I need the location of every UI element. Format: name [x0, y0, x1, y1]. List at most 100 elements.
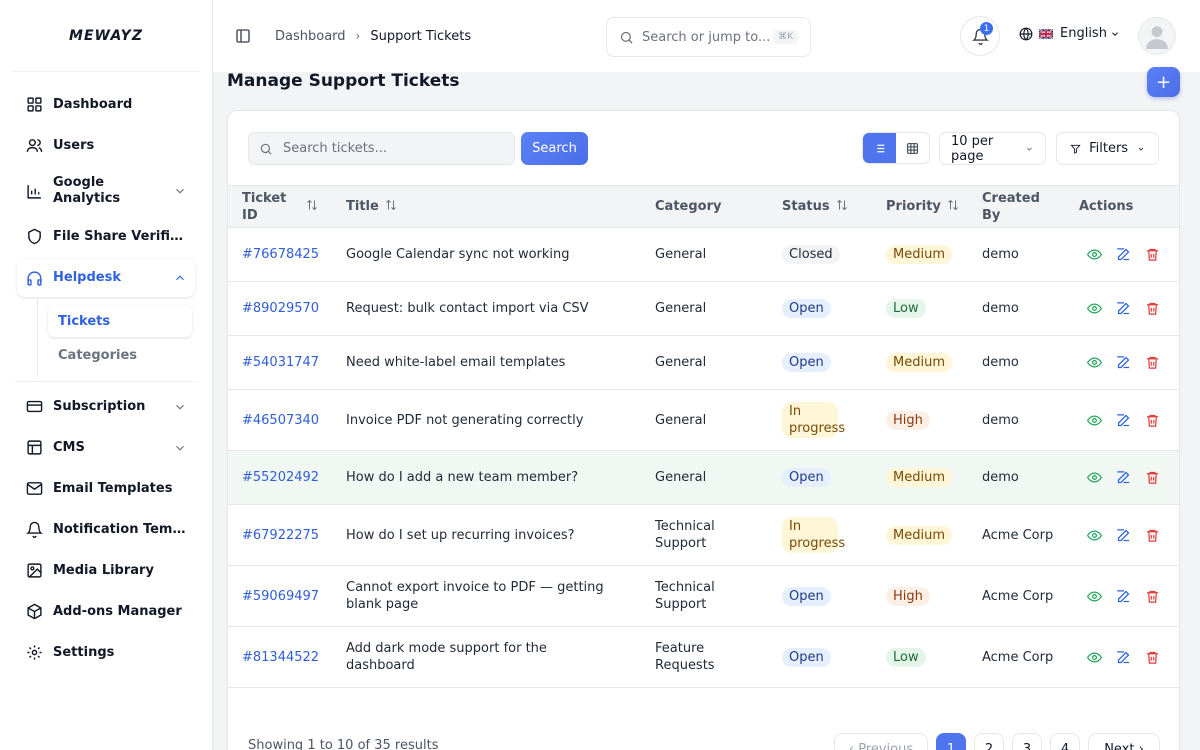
edit-icon[interactable] — [1116, 589, 1131, 604]
ticket-priority-cell: Medium — [872, 505, 968, 566]
ticket-category: General — [655, 301, 707, 316]
col-header-priority[interactable]: Priority — [872, 186, 968, 228]
table-row[interactable]: #54031747 Need white-label email template… — [228, 336, 1179, 390]
sort-icon[interactable] — [836, 199, 848, 211]
delete-icon[interactable] — [1145, 470, 1160, 485]
col-header-status[interactable]: Status — [768, 186, 872, 228]
edit-icon[interactable] — [1116, 355, 1131, 370]
sidebar-item-users[interactable]: Users — [0, 125, 212, 166]
edit-icon[interactable] — [1116, 413, 1131, 428]
brand-logo[interactable]: MEWAYZ — [12, 0, 200, 72]
breadcrumb-dashboard[interactable]: Dashboard — [275, 29, 346, 44]
priority-badge: High — [886, 586, 930, 606]
col-label: Ticket ID — [242, 190, 287, 223]
pagination-page-4[interactable]: 4 — [1050, 733, 1080, 750]
ticket-id-link[interactable]: #67922275 — [228, 505, 332, 566]
table-row[interactable]: #59069497 Cannot export invoice to PDF — … — [228, 566, 1179, 627]
table-row[interactable]: #55202492 How do I add a new team member?… — [228, 450, 1179, 505]
view-icon[interactable] — [1087, 589, 1102, 604]
pagination-previous[interactable]: ‹ Previous — [834, 733, 928, 750]
edit-icon[interactable] — [1116, 247, 1131, 262]
per-page-value: 10 per page — [951, 133, 994, 164]
ticket-search-input[interactable]: Search tickets... — [248, 132, 515, 165]
sort-icon[interactable] — [947, 199, 959, 211]
ticket-status-cell: Open — [768, 336, 872, 390]
delete-icon[interactable] — [1145, 528, 1160, 543]
table-row[interactable]: #89029570 Request: bulk contact import vi… — [228, 282, 1179, 336]
delete-icon[interactable] — [1145, 589, 1160, 604]
notifications-button[interactable]: 1 — [960, 16, 1000, 56]
delete-icon[interactable] — [1145, 355, 1160, 370]
edit-icon[interactable] — [1116, 301, 1131, 316]
per-page-select[interactable]: 10 per page — [939, 132, 1046, 165]
pagination-next[interactable]: Next › — [1088, 733, 1160, 750]
view-icon[interactable] — [1087, 355, 1102, 370]
sidebar-item-settings[interactable]: Settings — [0, 632, 212, 673]
add-ticket-button[interactable]: + — [1147, 67, 1180, 97]
pagination-page-2[interactable]: 2 — [974, 733, 1004, 750]
chevron-down-icon[interactable] — [173, 400, 187, 414]
col-header-ticket-id[interactable]: Ticket ID — [228, 186, 332, 228]
col-header-category: Category — [641, 186, 768, 228]
table-row[interactable]: #81344522 Add dark mode support for the d… — [228, 627, 1179, 688]
search-button[interactable]: Search — [521, 132, 588, 165]
edit-icon[interactable] — [1116, 650, 1131, 665]
language-label: English — [1060, 26, 1107, 41]
view-icon[interactable] — [1087, 413, 1102, 428]
ticket-id-link[interactable]: #76678425 — [228, 228, 332, 282]
ticket-id-link[interactable]: #54031747 — [228, 336, 332, 390]
edit-icon[interactable] — [1116, 528, 1131, 543]
sidebar-item-media-library[interactable]: Media Library — [0, 550, 212, 591]
ticket-id-link[interactable]: #89029570 — [228, 282, 332, 336]
ticket-id-link[interactable]: #81344522 — [228, 627, 332, 688]
sort-icon[interactable] — [306, 199, 318, 211]
sort-icon[interactable] — [385, 199, 397, 211]
sidebar-item-dashboard[interactable]: Dashboard — [0, 84, 212, 125]
layout-icon — [25, 439, 43, 457]
user-avatar[interactable] — [1138, 17, 1176, 55]
ticket-id-link[interactable]: #55202492 — [228, 451, 332, 505]
col-header-title[interactable]: Title — [332, 186, 641, 228]
view-icon[interactable] — [1087, 650, 1102, 665]
delete-icon[interactable] — [1145, 247, 1160, 262]
chevron-down-icon[interactable] — [173, 441, 187, 455]
sidebar-nav: Dashboard Users Google Analytics File Sh… — [0, 72, 212, 673]
language-selector[interactable]: English — [1019, 26, 1120, 41]
row-actions — [1079, 355, 1179, 370]
view-icon[interactable] — [1087, 528, 1102, 543]
view-icon[interactable] — [1087, 470, 1102, 485]
sidebar-item-google-analytics[interactable]: Google Analytics — [0, 166, 212, 216]
pagination-page-1[interactable]: 1 — [936, 733, 966, 750]
global-search-input[interactable]: Search or jump to... ⌘K — [606, 17, 811, 57]
delete-icon[interactable] — [1145, 650, 1160, 665]
sidebar-item-file-share[interactable]: File Share Verifica... — [0, 216, 212, 257]
ticket-status-cell: Open — [768, 627, 872, 688]
pagination-page-3[interactable]: 3 — [1012, 733, 1042, 750]
sidebar-item-cms[interactable]: CMS — [0, 427, 212, 468]
sidebar-subitem-tickets[interactable]: Tickets — [48, 305, 192, 337]
table-row[interactable]: #46507340 Invoice PDF not generating corr… — [228, 390, 1179, 451]
table-row[interactable]: #67922275 How do I set up recurring invoi… — [228, 505, 1179, 566]
table-body: #76678425 Google Calendar sync not workin… — [228, 228, 1179, 688]
sidebar-toggle-icon[interactable] — [235, 28, 251, 44]
sidebar-item-subscription[interactable]: Subscription — [0, 386, 212, 427]
chevron-up-icon[interactable] — [173, 271, 187, 285]
view-icon[interactable] — [1087, 301, 1102, 316]
sidebar-item-helpdesk[interactable]: Helpdesk — [17, 259, 195, 297]
sidebar-item-notification-templates[interactable]: Notification Templ... — [0, 509, 212, 550]
table-row[interactable]: #76678425 Google Calendar sync not workin… — [228, 228, 1179, 282]
ticket-category: General — [655, 247, 707, 262]
delete-icon[interactable] — [1145, 301, 1160, 316]
ticket-id-link[interactable]: #59069497 — [228, 566, 332, 627]
sidebar-item-addons-manager[interactable]: Add-ons Manager — [0, 591, 212, 632]
sidebar-subitem-categories[interactable]: Categories — [48, 339, 192, 371]
ticket-id-link[interactable]: #46507340 — [228, 390, 332, 451]
edit-icon[interactable] — [1116, 470, 1131, 485]
grid-view-button[interactable] — [896, 133, 929, 163]
view-icon[interactable] — [1087, 247, 1102, 262]
filters-button[interactable]: Filters — [1056, 132, 1159, 165]
sidebar-item-email-templates[interactable]: Email Templates — [0, 468, 212, 509]
delete-icon[interactable] — [1145, 413, 1160, 428]
chevron-down-icon[interactable] — [173, 184, 187, 198]
list-view-button[interactable] — [863, 133, 896, 163]
